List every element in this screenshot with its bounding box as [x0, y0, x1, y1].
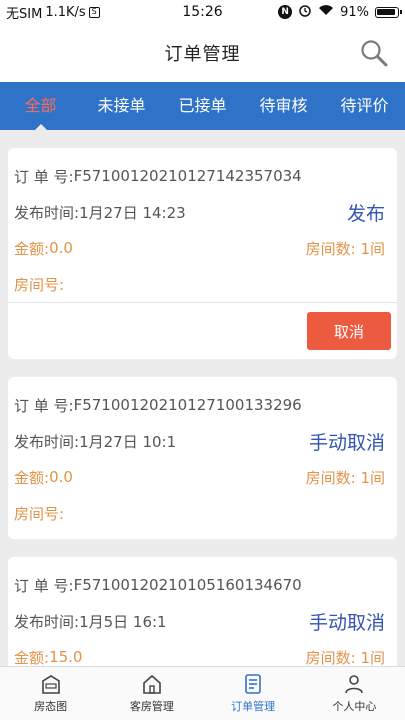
publish-time-label: 发布时间: [14, 203, 80, 222]
nav-label: 房态图 [34, 700, 68, 713]
bottom-nav: 房态图 客房管理 订单管理 个人中心 [0, 666, 405, 720]
battery-percent: 91% [340, 4, 369, 20]
amount-label: 金额: [14, 468, 50, 487]
publish-time: 1月27日 14:23 [79, 203, 186, 222]
room-count: 房间数: 1间 [306, 647, 385, 667]
order-actions: 取消 [14, 303, 391, 359]
room-count: 房间数: 1间 [306, 238, 385, 259]
order-number-row: 订 单 号: F571001202101051601346​70 [14, 567, 391, 603]
status-right: N 91% [278, 3, 402, 21]
tab-accepted[interactable]: 已接单 [162, 82, 243, 130]
order-number-label: 订 单 号: [14, 576, 74, 595]
order-card[interactable]: 订 单 号: F5710012021012714235703​4 发布时间: 1… [8, 148, 397, 359]
hotel-icon [41, 675, 60, 694]
room-number-label: 房间号: [14, 504, 65, 523]
order-list-icon [245, 674, 261, 694]
order-number-label: 订 单 号: [14, 167, 74, 186]
amount-value: 0.0 [49, 468, 73, 486]
publish-time: 1月27日 10:1 [79, 432, 177, 451]
order-card[interactable]: 订 单 号: F571001202101051601346​70 发布时间: 1… [8, 557, 397, 666]
search-button[interactable] [359, 38, 389, 68]
order-number-row: 订 单 号: F5710012021012714235703​4 [14, 158, 391, 194]
wifi-icon [318, 4, 334, 20]
order-number: F571001202101271001332​96 [73, 396, 302, 414]
alarm-icon [298, 3, 312, 21]
publish-time-row: 发布时间: 1月5日 16:1 手动取消 [14, 603, 391, 639]
nav-order-management[interactable]: 订单管理 [203, 667, 304, 720]
order-list[interactable]: 订 单 号: F5710012021012714235703​4 发布时间: 1… [0, 130, 405, 666]
room-number-row: 房间号: [14, 495, 391, 531]
room-count-value: 1间 [360, 468, 385, 487]
search-icon [361, 40, 388, 67]
publish-time-label: 发布时间: [14, 612, 80, 631]
publish-time: 1月5日 16:1 [79, 612, 167, 631]
amount-value: 0.0 [49, 239, 73, 257]
amount-row: 金额: 0.0 房间数: 1间 [14, 230, 391, 266]
tab-pending-rating[interactable]: 待评价 [324, 82, 405, 130]
header-bar: 订单管理 [0, 24, 405, 82]
order-number: F571001202101051601346​70 [73, 576, 302, 594]
order-number-label: 订 单 号: [14, 396, 74, 415]
amount-label: 金额: [14, 648, 50, 667]
amount-label: 金额: [14, 239, 50, 258]
room-number-row: 房间号: [14, 266, 391, 302]
nav-room-management[interactable]: 客房管理 [101, 667, 202, 720]
order-number: F5710012021012714235703​4 [73, 167, 302, 185]
nav-personal-center[interactable]: 个人中心 [304, 667, 405, 720]
tab-pending-review[interactable]: 待审核 [243, 82, 324, 130]
publish-time-row: 发布时间: 1月27日 10:1 手动取消 [14, 423, 391, 459]
room-count-label: 房间数: [305, 468, 361, 487]
room-count-value: 1间 [360, 648, 385, 667]
person-icon [345, 675, 364, 694]
page-title: 订单管理 [164, 44, 241, 65]
order-status-tabs: 全部 未接单 已接单 待审核 待评价 [0, 82, 405, 130]
cancel-order-button[interactable]: 取消 [307, 312, 391, 350]
order-status: 发布 [346, 202, 385, 225]
publish-time-label: 发布时间: [14, 432, 80, 451]
room-number-label: 房间号: [14, 275, 65, 294]
amount-row: 金额: 0.0 房间数: 1间 [14, 459, 391, 495]
nav-label: 个人中心 [332, 700, 377, 713]
nav-label: 客房管理 [129, 700, 174, 713]
house-icon [143, 674, 161, 694]
status-bar: 无SIM 1.1K/s S 15:26 N 91% [0, 0, 405, 24]
nav-room-status[interactable]: 房态图 [0, 667, 101, 720]
tab-not-accepted[interactable]: 未接单 [81, 82, 162, 130]
order-status: 手动取消 [308, 611, 385, 634]
room-count-label: 房间数: [305, 648, 361, 667]
room-count: 房间数: 1间 [306, 467, 385, 488]
amount-value: 15.0 [49, 648, 83, 666]
publish-time-row: 发布时间: 1月27日 14:23 发布 [14, 194, 391, 230]
order-number-row: 订 单 号: F571001202101271001332​96 [14, 387, 391, 423]
room-count-value: 1间 [360, 239, 385, 258]
nfc-icon: N [278, 5, 293, 19]
order-card[interactable]: 订 单 号: F571001202101271001332​96 发布时间: 1… [8, 377, 397, 539]
battery-icon [375, 6, 402, 18]
tab-all[interactable]: 全部 [0, 82, 81, 130]
nav-label: 订单管理 [231, 700, 276, 713]
amount-row: 金额: 15.0 房间数: 1间 [14, 639, 391, 666]
room-count-label: 房间数: [305, 239, 361, 258]
order-status: 手动取消 [308, 431, 385, 454]
